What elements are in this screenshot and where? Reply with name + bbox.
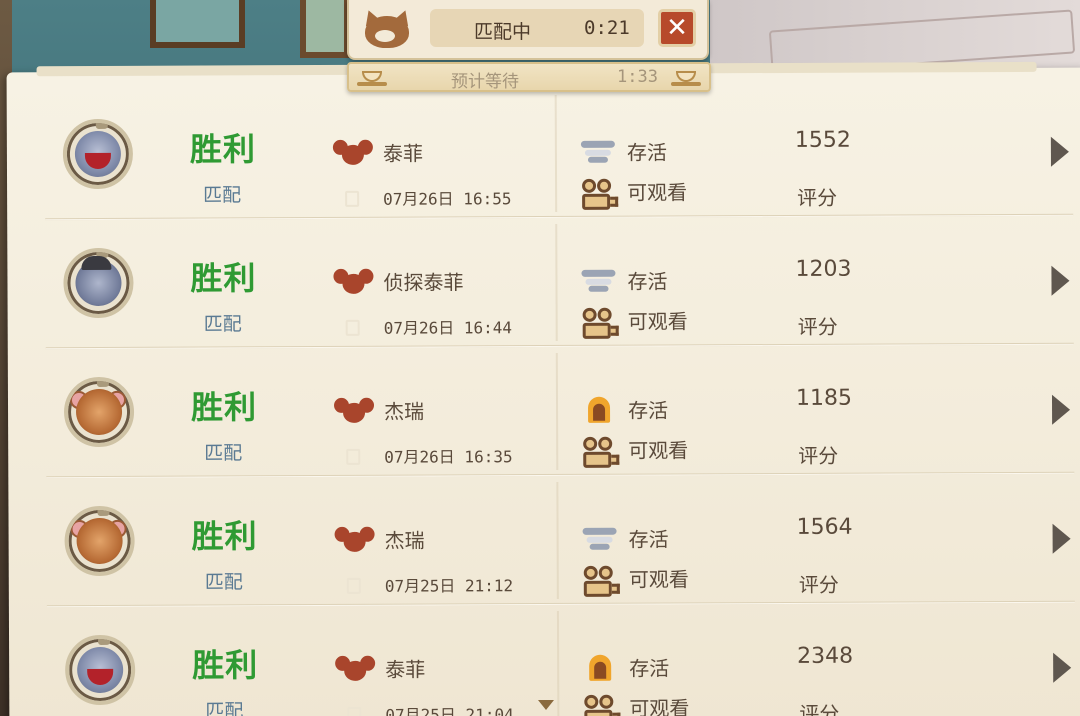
column-divider bbox=[555, 352, 559, 470]
match-history-paper: 胜利 匹配 泰菲 07月26日 16:55 存活 可观看 1552 评分 胜利 … bbox=[6, 67, 1080, 716]
match-record-row[interactable]: 胜利 匹配 侦探泰菲 07月26日 16:44 存活 可观看 1203 评分 bbox=[7, 216, 1080, 350]
survival-status: 存活 bbox=[626, 140, 667, 165]
player-avatar-tom bbox=[62, 118, 134, 190]
score-value: 1185 bbox=[795, 385, 853, 411]
cancel-matchmaking-button[interactable]: ✕ bbox=[658, 9, 696, 47]
replay-watch-label[interactable]: 可观看 bbox=[627, 176, 687, 205]
teacup-icon bbox=[357, 68, 387, 86]
camera-icon bbox=[582, 694, 622, 716]
matchmaking-status-box: 匹配中 0:21 bbox=[430, 9, 644, 47]
character-name: 杰瑞 bbox=[384, 528, 425, 553]
survival-door-icon bbox=[583, 653, 617, 681]
estimated-wait-label: 预计等待 bbox=[451, 72, 519, 92]
time-icon bbox=[345, 319, 360, 336]
score-label: 评分 bbox=[798, 572, 839, 597]
survival-status: 存活 bbox=[628, 527, 669, 552]
chevron-right-icon[interactable] bbox=[1051, 394, 1071, 425]
survival-shirt-icon bbox=[580, 137, 615, 165]
column-divider bbox=[556, 610, 560, 716]
column-divider bbox=[554, 94, 558, 212]
match-time: 07月25日 21:04 bbox=[385, 705, 514, 716]
chevron-right-icon[interactable] bbox=[1053, 652, 1072, 683]
match-time: 07月26日 16:44 bbox=[383, 318, 513, 338]
camera-icon bbox=[581, 436, 621, 471]
score-value: 1564 bbox=[796, 514, 853, 540]
survival-shirt-icon bbox=[581, 266, 616, 294]
match-record-row[interactable]: 胜利 匹配 泰菲 07月25日 21:04 存活 可观看 2348 评分 bbox=[9, 603, 1080, 716]
teacup-icon bbox=[671, 68, 701, 86]
mouse-head-icon bbox=[332, 138, 373, 166]
match-record-row[interactable]: 胜利 匹配 杰瑞 07月25日 21:12 存活 可观看 1564 评分 bbox=[8, 474, 1080, 608]
match-record-row[interactable]: 胜利 匹配 杰瑞 07月26日 16:35 存活 可观看 1185 评分 bbox=[8, 345, 1080, 479]
result-label: 胜利 bbox=[192, 646, 259, 685]
matchmaking-panel: 匹配中 0:21 ✕ bbox=[347, 0, 709, 60]
replay-watch-label[interactable]: 可观看 bbox=[629, 563, 689, 592]
player-avatar-tom bbox=[65, 634, 136, 706]
chevron-right-icon[interactable] bbox=[1052, 523, 1071, 554]
mode-label: 匹配 bbox=[203, 184, 242, 207]
player-avatar-detective bbox=[63, 247, 134, 319]
survival-door-icon bbox=[582, 395, 616, 423]
survival-shirt-icon bbox=[582, 524, 617, 552]
character-name: 泰菲 bbox=[382, 141, 423, 166]
replay-watch-label[interactable]: 可观看 bbox=[629, 692, 689, 716]
mouse-head-icon bbox=[335, 654, 376, 682]
score-label: 评分 bbox=[797, 314, 838, 339]
time-icon bbox=[345, 190, 360, 207]
camera-icon bbox=[580, 178, 620, 213]
mouse-head-icon bbox=[333, 396, 375, 424]
mode-label: 匹配 bbox=[203, 313, 242, 336]
mode-label: 匹配 bbox=[204, 442, 243, 465]
background-picture-frame-small bbox=[300, 0, 350, 58]
match-history-list: 胜利 匹配 泰菲 07月26日 16:55 存活 可观看 1552 评分 胜利 … bbox=[7, 94, 1080, 716]
camera-icon bbox=[582, 565, 622, 600]
mode-label: 匹配 bbox=[204, 571, 243, 594]
match-time: 07月25日 21:12 bbox=[384, 576, 514, 596]
estimated-wait-time: 1:33 bbox=[617, 67, 658, 87]
scroll-down-icon[interactable] bbox=[538, 700, 554, 710]
mouse-head-icon bbox=[333, 267, 374, 295]
survival-status: 存活 bbox=[627, 269, 668, 294]
score-value: 2348 bbox=[797, 643, 854, 669]
match-time: 07月26日 16:55 bbox=[383, 189, 512, 209]
result-label: 胜利 bbox=[190, 388, 258, 427]
score-label: 评分 bbox=[797, 185, 838, 210]
matchmaking-timer: 0:21 bbox=[584, 17, 630, 39]
survival-status: 存活 bbox=[629, 656, 670, 681]
matchmaking-status: 匹配中 bbox=[474, 21, 532, 43]
column-divider bbox=[555, 223, 558, 341]
character-name: 泰菲 bbox=[385, 657, 426, 682]
chevron-right-icon[interactable] bbox=[1050, 136, 1069, 167]
replay-watch-label[interactable]: 可观看 bbox=[628, 434, 688, 463]
background-picture-frame bbox=[150, 0, 245, 48]
score-value: 1203 bbox=[795, 256, 852, 282]
score-label: 评分 bbox=[798, 443, 839, 468]
result-label: 胜利 bbox=[191, 517, 258, 556]
column-divider bbox=[556, 481, 559, 599]
result-label: 胜利 bbox=[190, 259, 257, 298]
character-name: 侦探泰菲 bbox=[383, 270, 464, 295]
player-avatar-jerry bbox=[63, 376, 135, 448]
score-label: 评分 bbox=[799, 701, 840, 716]
estimated-wait-bar: 预计等待 1:33 bbox=[347, 62, 711, 92]
time-icon bbox=[347, 706, 362, 716]
score-value: 1552 bbox=[794, 127, 851, 153]
mode-label: 匹配 bbox=[205, 700, 244, 716]
result-label: 胜利 bbox=[189, 130, 257, 169]
time-icon bbox=[346, 577, 361, 594]
camera-icon bbox=[581, 307, 621, 342]
match-record-row[interactable]: 胜利 匹配 泰菲 07月26日 16:55 存活 可观看 1552 评分 bbox=[7, 87, 1080, 221]
survival-status: 存活 bbox=[627, 398, 669, 423]
replay-watch-label[interactable]: 可观看 bbox=[628, 305, 688, 334]
time-icon bbox=[346, 448, 361, 465]
mouse-head-icon bbox=[334, 525, 375, 553]
character-name: 杰瑞 bbox=[383, 399, 425, 424]
chevron-right-icon[interactable] bbox=[1051, 265, 1070, 296]
player-avatar-jerry bbox=[64, 505, 135, 577]
cat-head-icon bbox=[361, 7, 413, 52]
match-time: 07月26日 16:35 bbox=[384, 447, 513, 467]
